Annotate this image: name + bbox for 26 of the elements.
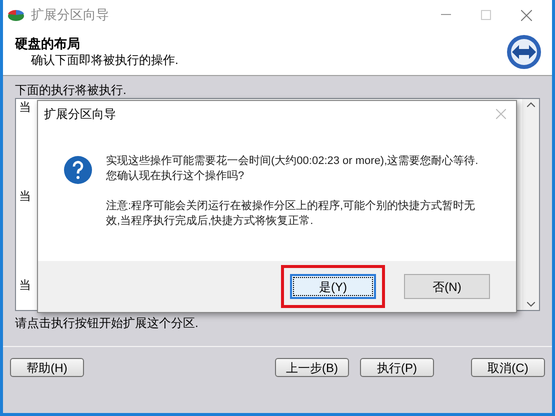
hint-text: 请点击执行按钮开始扩展这个分区.: [14, 315, 200, 331]
minimize-icon[interactable]: [441, 14, 451, 16]
yes-button[interactable]: 是(Y): [290, 274, 376, 299]
dialog-note: 注意:程序可能会关闭运行在被操作分区上的程序,可能个别的快捷方式暂时无效,当程序执行完成后,快捷方式将恢复正常.: [106, 199, 476, 229]
header-subtitle: 确认下面即将被执行的操作.: [30, 52, 178, 68]
help-button[interactable]: 帮助(H): [10, 358, 84, 377]
no-button[interactable]: 否(N): [404, 274, 490, 299]
scroll-down-icon[interactable]: [526, 302, 534, 307]
operation-text: 当: [19, 189, 31, 203]
dialog-title: 扩展分区向导: [44, 106, 116, 122]
close-icon[interactable]: [496, 108, 506, 118]
operation-text: 当: [19, 278, 31, 292]
back-button[interactable]: 上一步(B): [275, 358, 349, 377]
operation-text: 当: [19, 100, 31, 114]
scroll-up-icon[interactable]: [526, 102, 534, 107]
maximize-icon[interactable]: [481, 10, 491, 20]
dialog-message: 实现这些操作可能需要花一会时间(大约00:02:23 or more),这需要您耐心等待. 您确认现在执行这个操作吗?: [106, 154, 478, 184]
window-title: 扩展分区向导: [31, 6, 109, 24]
header-title: 硬盘的布局: [15, 36, 81, 52]
close-icon[interactable]: [521, 10, 532, 20]
section-label: 下面的执行将被执行.: [14, 82, 128, 98]
pie-chart-icon: [7, 8, 25, 22]
execute-button[interactable]: 执行(P): [360, 358, 434, 377]
cancel-button[interactable]: 取消(C): [471, 358, 545, 377]
scrollbar[interactable]: [522, 99, 539, 310]
question-icon: [64, 156, 92, 184]
